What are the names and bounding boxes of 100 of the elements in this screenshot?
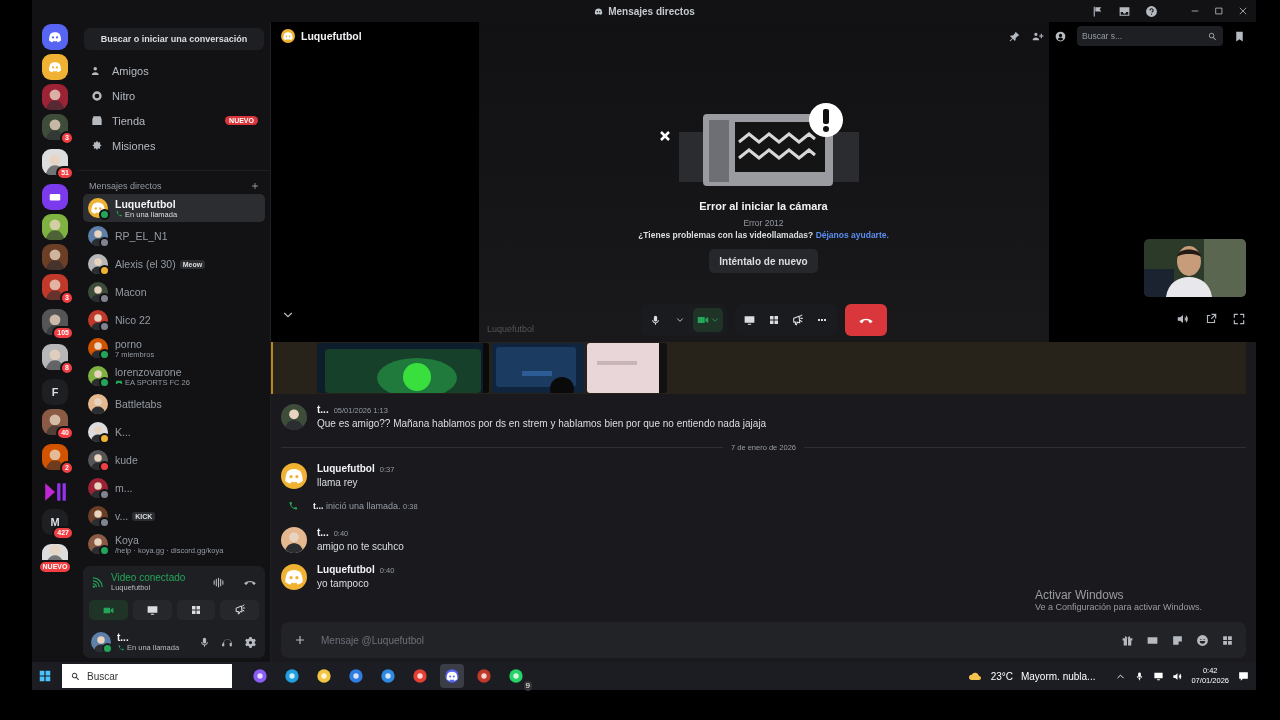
close-icon[interactable]: [1238, 6, 1248, 16]
help-text: ¿Tienes problemas con las videollamadas? Déjanos ayudarte.: [638, 230, 889, 240]
message-author[interactable]: Luquefutbol: [317, 463, 375, 474]
server-icon[interactable]: [42, 344, 68, 370]
search-icon: [70, 670, 81, 682]
bookmark-icon[interactable]: [1233, 29, 1246, 43]
server-icon[interactable]: [42, 444, 68, 470]
help-link[interactable]: Déjanos ayudarte.: [815, 230, 889, 240]
server-icon[interactable]: [42, 149, 68, 175]
app-icon: [284, 668, 300, 684]
emoji-icon[interactable]: [1196, 633, 1209, 647]
volume-icon[interactable]: [1172, 670, 1184, 682]
volume-icon[interactable]: [1176, 312, 1190, 326]
activation-text: Ve a Configuración para activar Windows.: [1034, 602, 1202, 612]
apps-icon: [767, 314, 780, 326]
soundboard-icon: [233, 604, 246, 616]
mic-icon[interactable]: [198, 635, 211, 649]
search-field[interactable]: Buscar s...: [1077, 26, 1223, 46]
dm-item[interactable]: Nico 22: [83, 306, 265, 334]
dm-item[interactable]: Macon: [83, 278, 265, 306]
message-author[interactable]: t...: [317, 527, 329, 538]
server-icon[interactable]: [42, 214, 68, 240]
taskbar-app[interactable]: [440, 664, 464, 688]
camera-button[interactable]: [692, 308, 723, 332]
soundboard-icon: [791, 313, 804, 327]
app-icon: [252, 668, 268, 684]
weather-text: Mayorm. nubla...: [1020, 670, 1096, 682]
retry-button[interactable]: Inténtalo de nuevo: [709, 249, 818, 273]
message-author[interactable]: t...: [317, 404, 329, 415]
maximize-icon[interactable]: [1214, 6, 1224, 16]
home-button[interactable]: [42, 24, 68, 50]
dm-avatar[interactable]: [42, 54, 68, 80]
app-badge: 9: [523, 681, 532, 691]
message-input[interactable]: Mensaje @Luquefutbol: [319, 633, 1109, 647]
search-button[interactable]: Buscar o iniciar una conversación: [84, 28, 264, 50]
avatar-logo: [281, 463, 307, 489]
soundboard-button[interactable]: [220, 600, 259, 620]
avatar-logo: [281, 564, 307, 590]
profile-icon[interactable]: [1054, 29, 1067, 43]
message-text: Que es amigo?? Mañana hablamos por ds en strem y hablamos bien por que no entiendo nada jajaja: [317, 418, 767, 429]
message-author[interactable]: Luquefutbol: [317, 564, 375, 575]
screen-share-button[interactable]: [132, 600, 172, 620]
nav-item[interactable]: Misiones: [84, 133, 264, 158]
dm-name: Luquefutbol: [115, 197, 176, 210]
message-text: llama rey: [317, 477, 359, 488]
fullscreen-icon[interactable]: [1232, 312, 1246, 326]
avatar-logo: [281, 29, 295, 43]
nav-item[interactable]: Amigos: [84, 58, 264, 83]
app-icon: [348, 668, 364, 684]
dm-name: Nico 22: [115, 314, 151, 326]
server-icon[interactable]: [42, 409, 68, 435]
nitro-icon: [90, 88, 104, 103]
plus-icon[interactable]: [293, 633, 307, 647]
signal-icon: [91, 575, 105, 589]
server-icon[interactable]: [42, 544, 68, 560]
dm-item[interactable]: RP_EL_N1: [83, 222, 265, 250]
dm-name: m...: [115, 482, 133, 494]
channel-name: Luquefutbol: [301, 30, 362, 42]
sticker-icon[interactable]: [1171, 633, 1184, 647]
dm-item[interactable]: Battletabs: [83, 390, 265, 418]
flag-icon[interactable]: [1091, 4, 1104, 18]
network-icon[interactable]: [1153, 670, 1165, 682]
activation-title: Activar Windows: [1034, 588, 1125, 602]
server-icon[interactable]: [42, 184, 68, 210]
hang-up-button[interactable]: [844, 304, 887, 336]
server-icon[interactable]: [42, 114, 68, 140]
server-icon[interactable]: [42, 84, 68, 110]
server-icon[interactable]: [42, 309, 68, 335]
nav-item[interactable]: Nitro: [84, 83, 264, 108]
taskbar-search[interactable]: Buscar: [62, 664, 232, 688]
message-text: amigo no te scuhco: [317, 541, 404, 552]
dm-name: porno: [115, 337, 142, 350]
camera-button[interactable]: [89, 600, 128, 620]
noise-icon[interactable]: [212, 575, 225, 589]
app-icon: [380, 668, 396, 684]
apps-icon[interactable]: [1221, 633, 1234, 647]
phone-icon: [115, 210, 123, 218]
server-button[interactable]: F: [42, 379, 68, 405]
server-icon[interactable]: [42, 274, 68, 300]
message-composer[interactable]: Mensaje @Luquefutbol: [281, 622, 1246, 658]
dm-item[interactable]: m...: [83, 474, 265, 502]
server-icon[interactable]: [42, 244, 68, 270]
dm-item[interactable]: kude: [83, 446, 265, 474]
pin-icon[interactable]: [1008, 29, 1021, 43]
error-code: Error 2012: [743, 218, 784, 228]
popout-icon[interactable]: [1204, 312, 1218, 326]
dm-name: kude: [115, 454, 138, 466]
windows-start-icon[interactable]: [38, 669, 52, 683]
inbox-icon[interactable]: [1118, 4, 1131, 18]
mic-icon: [649, 313, 662, 327]
gift-icon[interactable]: [1121, 633, 1134, 647]
dm-name: Koya: [115, 533, 139, 546]
user-name: t...: [117, 632, 130, 643]
dm-item[interactable]: K...: [83, 418, 265, 446]
notification-icon[interactable]: [1237, 669, 1250, 683]
activities-button[interactable]: [176, 600, 216, 620]
help-icon[interactable]: [1145, 4, 1158, 18]
app-icon: [508, 668, 524, 684]
settings-icon[interactable]: [244, 635, 257, 649]
apps-icon: [189, 604, 202, 616]
